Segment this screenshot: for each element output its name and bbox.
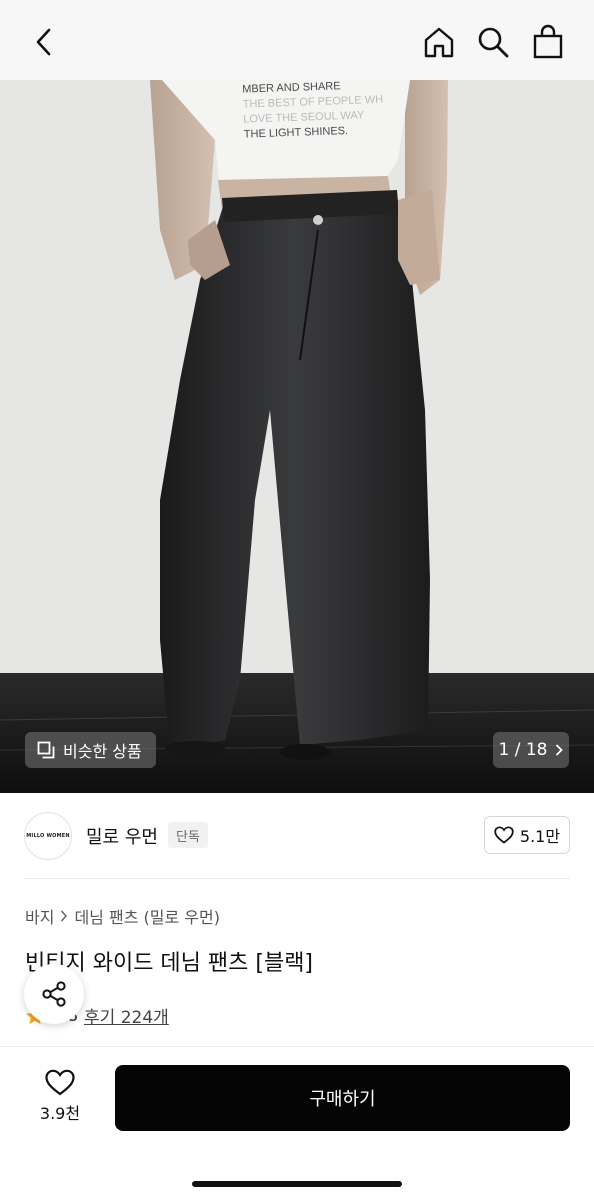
shirt-print: MBER AND SHARE THE BEST OF PEOPLE WH LOV… <box>242 80 394 143</box>
heart-icon <box>494 826 514 844</box>
brand-logo-text: MILLO WOMEN <box>26 833 70 839</box>
share-button[interactable] <box>24 964 84 1024</box>
breadcrumb-item-category[interactable]: 바지 <box>25 904 54 928</box>
product-photo <box>0 80 594 793</box>
similar-products-icon <box>37 741 55 759</box>
image-counter-text: 1 / 18 <box>498 740 548 760</box>
brand-row: MILLO WOMEN 밀로 우먼 단독 5.1만 <box>0 800 594 876</box>
share-icon <box>42 981 66 1007</box>
shopping-bag-icon[interactable] <box>530 22 566 62</box>
product-image-carousel[interactable]: MBER AND SHARE THE BEST OF PEOPLE WH LOV… <box>0 80 594 793</box>
chevron-right-icon <box>61 910 68 922</box>
buy-button[interactable]: 구매하기 <box>115 1065 570 1131</box>
similar-products-button[interactable]: 비슷한 상품 <box>25 732 156 768</box>
brand-like-count: 5.1만 <box>519 827 561 846</box>
image-counter-button[interactable]: 1 / 18 <box>493 732 569 768</box>
bottom-action-bar: 3.9천 구매하기 <box>0 1046 594 1200</box>
brand-name[interactable]: 밀로 우먼 <box>86 823 158 849</box>
review-count-link[interactable]: 후기 224개 <box>84 1003 169 1028</box>
similar-products-label: 비슷한 상품 <box>63 742 142 761</box>
wishlist-button[interactable]: 3.9천 <box>30 1069 90 1124</box>
home-indicator <box>192 1181 402 1187</box>
brand-like-button[interactable]: 5.1만 <box>484 816 570 854</box>
breadcrumb-item-subcategory[interactable]: 데님 팬츠 (밀로 우먼) <box>74 904 220 928</box>
back-arrow-icon[interactable] <box>26 22 62 62</box>
heart-icon <box>45 1069 75 1096</box>
search-icon[interactable] <box>475 22 511 62</box>
exclusive-badge: 단독 <box>168 822 208 848</box>
divider <box>24 878 570 879</box>
top-navigation-bar <box>0 0 594 80</box>
home-icon[interactable] <box>421 22 457 62</box>
wishlist-count: 3.9천 <box>39 1104 81 1123</box>
chevron-right-icon <box>556 744 564 756</box>
brand-logo[interactable]: MILLO WOMEN <box>24 812 72 860</box>
breadcrumb: 바지 데님 팬츠 (밀로 우먼) <box>25 904 220 928</box>
